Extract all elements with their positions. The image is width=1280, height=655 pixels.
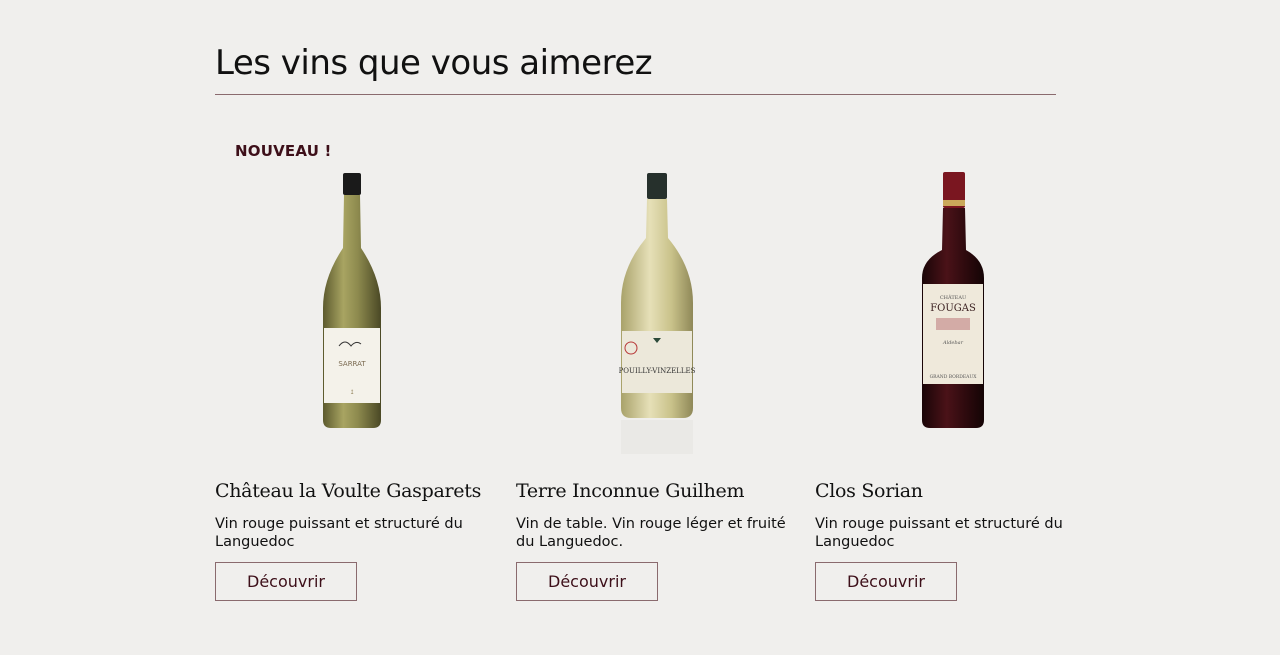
- product-description: Vin rouge puissant et structuré du Langu…: [215, 516, 463, 550]
- discover-button[interactable]: Découvrir: [516, 562, 658, 601]
- product-card[interactable]: NOUVEAU ! SARRAT ↥ Château la Voulte Gas…: [215, 130, 495, 610]
- discover-button[interactable]: Découvrir: [815, 562, 957, 601]
- svg-text:GRAND BORDEAUX: GRAND BORDEAUX: [930, 374, 978, 380]
- wine-bottle-image[interactable]: POUILLY-VINZELLES: [601, 168, 711, 458]
- bottle-label-text: FOUGAS: [930, 303, 976, 314]
- new-badge: NOUVEAU !: [235, 142, 332, 160]
- product-name[interactable]: Terre Inconnue Guilhem: [516, 480, 744, 502]
- product-name[interactable]: Château la Voulte Gasparets: [215, 480, 481, 502]
- wine-bottle-image[interactable]: CHÂTEAU FOUGAS Aldebar GRAND BORDEAUX: [898, 168, 1008, 458]
- wine-bottle-image[interactable]: SARRAT ↥: [297, 168, 407, 458]
- svg-text:↥: ↥: [349, 389, 354, 396]
- product-card[interactable]: CHÂTEAU FOUGAS Aldebar GRAND BORDEAUX Cl…: [815, 130, 1095, 610]
- product-description: Vin rouge puissant et structuré du Langu…: [815, 516, 1063, 550]
- bottle-label-text: SARRAT: [338, 360, 366, 368]
- section-divider: [215, 94, 1056, 95]
- discover-button[interactable]: Découvrir: [215, 562, 357, 601]
- svg-text:CHÂTEAU: CHÂTEAU: [940, 294, 966, 301]
- section-title: Les vins que vous aimerez: [215, 43, 653, 83]
- product-description: Vin de table. Vin rouge léger et fruité …: [516, 516, 786, 550]
- recommendations-section: Les vins que vous aimerez NOUVEAU ! SARR…: [215, 0, 1063, 655]
- product-name[interactable]: Clos Sorian: [815, 480, 923, 502]
- bottle-label-text: POUILLY-VINZELLES: [619, 367, 696, 375]
- product-card[interactable]: POUILLY-VINZELLES Terre Inconnue Guilhem…: [516, 130, 796, 610]
- svg-text:Aldebar: Aldebar: [942, 340, 964, 346]
